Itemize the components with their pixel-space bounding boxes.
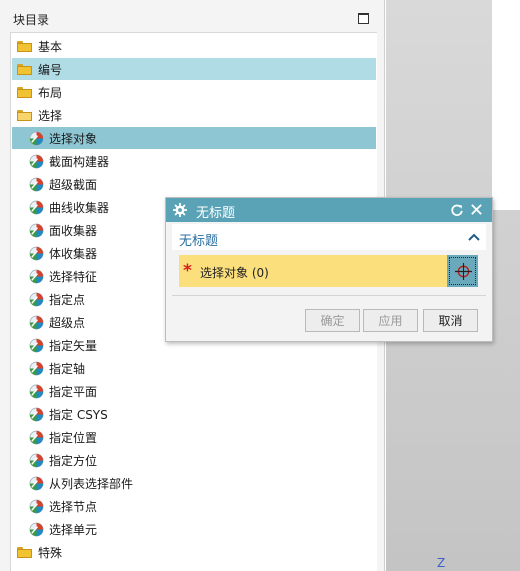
tree-item-label: 指定 CSYS — [49, 407, 108, 422]
tree-item-label: 面收集器 — [49, 223, 98, 238]
block-icon — [29, 499, 44, 514]
block-icon — [29, 177, 44, 192]
tree-item-label: 布局 — [38, 85, 63, 100]
tree-item-label: 指定点 — [49, 292, 86, 307]
tree-item-label: 指定矢量 — [49, 338, 98, 353]
graphics-window-edge — [492, 0, 520, 210]
block-icon — [29, 223, 44, 238]
select-object-label: 选择对象 (0) — [200, 266, 269, 280]
block-icon — [29, 361, 44, 376]
folder-icon — [17, 40, 32, 52]
block-icon — [29, 269, 44, 284]
tree-item-label: 曲线收集器 — [49, 200, 110, 215]
tree-item-block[interactable]: 选择对象 — [12, 127, 376, 149]
tree-item-folder[interactable]: 特殊 — [12, 541, 376, 563]
tree-item-label: 指定方位 — [49, 453, 98, 468]
dialog-titlebar[interactable]: 无标题 — [166, 198, 492, 222]
ok-button[interactable]: 确定 — [305, 309, 360, 332]
cancel-button[interactable]: 取消 — [423, 309, 478, 332]
select-object-row[interactable]: * 选择对象 (0) — [179, 255, 478, 287]
block-icon — [29, 522, 44, 537]
apply-button[interactable]: 应用 — [363, 309, 418, 332]
untitled-dialog: 无标题 无标题 * 选择对象 (0) 确定 应用 取消 — [165, 197, 493, 342]
maximize-icon[interactable] — [358, 13, 369, 24]
tree-item-label: 编号 — [38, 62, 63, 77]
tree-item-folder[interactable]: 选择 — [12, 104, 376, 126]
tree-item-label: 选择对象 — [49, 131, 98, 146]
folder-icon — [17, 546, 32, 558]
tree-item-label: 指定位置 — [49, 430, 98, 445]
folder-icon — [17, 86, 32, 98]
block-icon — [29, 338, 44, 353]
tree-item-folder[interactable]: 基本 — [12, 35, 376, 57]
block-icon — [29, 246, 44, 261]
group-header[interactable]: 无标题 — [172, 224, 486, 250]
tree-item-folder[interactable]: 布局 — [12, 81, 376, 103]
tree-item-label: 截面构建器 — [49, 154, 110, 169]
chevron-up-icon[interactable] — [468, 232, 480, 242]
crosshair-icon — [455, 263, 472, 280]
tree-item-block[interactable]: 指定方位 — [12, 449, 376, 471]
tree-item-label: 指定轴 — [49, 361, 86, 376]
tree-item-block[interactable]: 指定平面 — [12, 380, 376, 402]
tree-item-block[interactable]: 选择单元 — [12, 518, 376, 540]
selector-focus-ring — [449, 257, 476, 285]
folder-icon — [17, 63, 32, 75]
select-object-button[interactable] — [447, 255, 478, 287]
block-icon — [29, 407, 44, 422]
group-title: 无标题 — [179, 234, 219, 249]
block-icon — [29, 384, 44, 399]
tree-item-block[interactable]: 指定轴 — [12, 357, 376, 379]
tree-item-label: 基本 — [38, 39, 63, 54]
tree-item-block[interactable]: 指定 CSYS — [12, 403, 376, 425]
block-icon — [29, 154, 44, 169]
block-icon — [29, 315, 44, 330]
block-icon — [29, 131, 44, 146]
reset-icon[interactable] — [450, 203, 464, 217]
tree-item-block[interactable]: 超级截面 — [12, 173, 376, 195]
tree-item-label: 指定平面 — [49, 384, 98, 399]
tree-item-label: 选择特征 — [49, 269, 98, 284]
gear-icon[interactable] — [173, 203, 187, 217]
tree-item-label: 特殊 — [38, 545, 63, 560]
tree-item-block[interactable]: 从列表选择部件 — [12, 472, 376, 494]
tree-item-block[interactable]: 指定位置 — [12, 426, 376, 448]
axis-z-label: Z — [437, 556, 446, 570]
block-icon — [29, 453, 44, 468]
tree-item-folder[interactable]: 编号 — [12, 58, 376, 80]
tree-item-label: 选择节点 — [49, 499, 98, 514]
tree-item-label: 从列表选择部件 — [49, 476, 134, 491]
folder-open-icon — [17, 109, 32, 121]
close-icon[interactable] — [470, 203, 483, 216]
tree-item-label: 选择单元 — [49, 522, 98, 537]
tree-item-block[interactable]: 选择节点 — [12, 495, 376, 517]
block-icon — [29, 476, 44, 491]
tree-item-label: 体收集器 — [49, 246, 98, 261]
tree-item-label: 超级截面 — [49, 177, 98, 192]
block-icon — [29, 292, 44, 307]
tree-item-block[interactable]: 截面构建器 — [12, 150, 376, 172]
tree-item-label: 超级点 — [49, 315, 86, 330]
catalog-title: 块目录 — [13, 13, 50, 27]
dialog-title: 无标题 — [196, 206, 236, 221]
tree-item-label: 选择 — [38, 108, 63, 123]
block-icon — [29, 200, 44, 215]
block-icon — [29, 430, 44, 445]
required-icon: * — [183, 261, 192, 281]
dialog-separator — [172, 295, 486, 296]
